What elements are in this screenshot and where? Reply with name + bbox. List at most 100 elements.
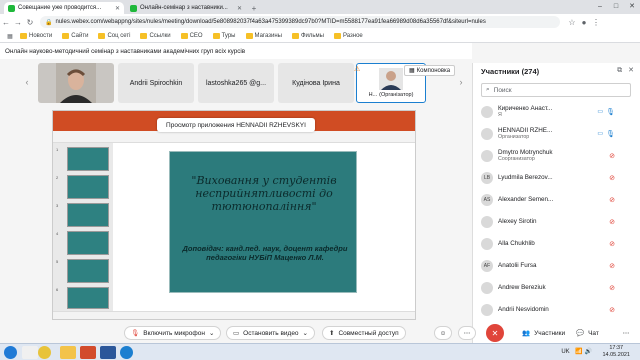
more-icon: ⋯ — [463, 330, 471, 337]
browser-tab-meeting[interactable]: Совещание уже проводится... ✕ — [4, 2, 124, 14]
explorer-icon[interactable] — [22, 346, 38, 359]
word-icon[interactable] — [100, 346, 116, 359]
participant-row[interactable]: Andrii Nesvidomin ⊘ — [473, 299, 633, 320]
panel-controls: ⧉ ✕ — [617, 66, 634, 75]
bookmark-item[interactable]: CEO — [180, 33, 203, 39]
url-text: nules.webex.com/webappng/sites/nules/mee… — [55, 19, 486, 25]
participant-role: Я — [498, 112, 502, 118]
close-icon[interactable]: ✕ — [628, 67, 634, 74]
bookmark-item[interactable]: Туры — [212, 33, 236, 39]
layout-button[interactable]: ▦ Компоновка — [404, 65, 456, 76]
clock[interactable]: 17:37 14.05.2021 — [602, 345, 630, 359]
mic-muted-icon[interactable]: ⊘ — [609, 284, 615, 292]
reactions-button[interactable]: ☺ — [434, 326, 452, 340]
bookmark-item[interactable]: Соц сеті — [98, 33, 130, 39]
self-video-tile[interactable] — [38, 63, 114, 103]
participant-tile[interactable]: Andrii Spirochkin — [118, 63, 194, 103]
new-tab-button[interactable]: + — [248, 2, 260, 14]
participant-row[interactable]: LB Lyudmila Berezov... ⊘ — [473, 167, 633, 188]
slide-thumbnail — [67, 287, 109, 309]
participant-row[interactable]: AF Anatolii Fursa ⊘ — [473, 255, 633, 276]
profile-icon[interactable]: ● — [578, 18, 590, 27]
participant-tile[interactable]: Кудінова Ірина — [278, 63, 354, 103]
chat-button[interactable]: 💬 Чат — [570, 326, 605, 340]
avatar: LB — [481, 171, 493, 184]
mic-muted-icon[interactable]: ⊘ — [609, 262, 615, 270]
bookmark-item[interactable]: Разное — [333, 33, 363, 39]
start-icon[interactable] — [4, 346, 17, 359]
video-icon: ▭ — [233, 330, 240, 337]
close-icon[interactable]: ✕ — [112, 5, 120, 12]
participant-row[interactable]: Кириченко Анаст... Я ▭ 🎙 — [473, 101, 633, 122]
participant-search-input[interactable]: ⌕ Поиск — [481, 83, 631, 97]
maximize-icon[interactable]: □ — [608, 0, 624, 14]
bookmark-item[interactable]: Магазины — [245, 33, 282, 39]
reload-icon[interactable]: ↻ — [24, 18, 36, 27]
avatar: AS — [481, 193, 493, 206]
folder-icon — [62, 33, 70, 39]
menu-icon[interactable]: ⋮ — [590, 18, 602, 27]
mic-on-icon[interactable]: 🎙 — [606, 108, 615, 116]
lock-icon: 🔒 — [45, 19, 53, 26]
mic-muted-icon[interactable]: ⊘ — [609, 306, 615, 314]
warning-icon: ⚠ — [354, 66, 361, 73]
mute-button[interactable]: 🎙 Включить микрофон ⌄ — [124, 326, 222, 340]
bookmark-item[interactable]: Сайти — [62, 33, 88, 39]
clock-date: 14.05.2021 — [602, 352, 630, 358]
close-window-icon[interactable]: ✕ — [624, 0, 640, 14]
presenter-role: (Організатор) — [379, 92, 414, 98]
more-button[interactable]: ⋯ — [458, 326, 476, 340]
bookmark-item[interactable]: Фильмы — [291, 33, 324, 39]
participant-row[interactable]: Dmytro Motrynchuk Соорганизатор ⊘ — [473, 145, 633, 166]
close-icon[interactable]: ✕ — [234, 5, 242, 12]
participant-row[interactable]: Alla Chukhlib ⊘ — [473, 233, 633, 254]
more-panels-button[interactable]: ⋯ — [618, 326, 634, 340]
mic-muted-icon[interactable]: ⊘ — [609, 218, 615, 226]
network-icon[interactable]: 📶 — [575, 349, 582, 355]
mic-muted-icon[interactable]: ⊘ — [609, 174, 615, 182]
participant-row[interactable]: Andrew Bereziuk ⊘ — [473, 277, 633, 298]
chevron-right-icon[interactable]: › — [456, 77, 466, 89]
bookmark-item[interactable]: Новости — [20, 33, 52, 39]
participant-name: Dmytro Motrynchuk — [498, 149, 553, 156]
mic-muted-icon[interactable]: ⊘ — [609, 196, 615, 204]
folder-icon — [212, 33, 220, 39]
chevron-down-icon: ⌄ — [302, 330, 308, 337]
mic-muted-icon[interactable]: ⊘ — [609, 240, 615, 248]
participant-role: Соорганизатор — [498, 156, 535, 162]
video-on-icon[interactable]: ▭ — [597, 108, 603, 115]
participant-row[interactable]: HENNADII RZHE... Организатор ▭ 🎙 — [473, 123, 633, 144]
folder-icon — [245, 33, 253, 39]
clock-time: 17:37 — [609, 345, 624, 351]
mic-on-icon[interactable]: 🎙 — [606, 130, 615, 138]
participant-row[interactable]: Alexey Sirotin ⊘ — [473, 211, 633, 232]
webex-icon[interactable] — [120, 346, 133, 359]
participants-button[interactable]: 👥 Участники — [516, 326, 571, 340]
participant-tile[interactable]: lastoshka265 @g... — [198, 63, 274, 103]
mic-muted-icon[interactable]: ⊘ — [609, 152, 615, 160]
chrome-icon[interactable] — [38, 346, 51, 359]
search-icon: ⌕ — [486, 86, 490, 93]
media-icon[interactable] — [80, 346, 96, 359]
leave-meeting-button[interactable]: ✕ — [486, 324, 504, 342]
slide-title: "Виховання у студентів несприйнятливості… — [191, 174, 337, 213]
stop-video-button[interactable]: ▭ Остановить видео ⌄ — [226, 326, 315, 340]
video-on-icon[interactable]: ▭ — [597, 130, 603, 137]
back-icon[interactable]: ← — [0, 18, 12, 27]
current-slide: "Виховання у студентів несприйнятливості… — [169, 151, 357, 293]
chevron-left-icon[interactable]: ‹ — [22, 77, 32, 89]
folder-icon[interactable] — [60, 346, 76, 359]
apps-icon[interactable]: ▦ — [4, 33, 16, 40]
minimize-icon[interactable]: – — [592, 0, 608, 14]
forward-icon[interactable]: → — [12, 18, 24, 27]
volume-icon[interactable]: 🔊 — [585, 349, 592, 355]
language-indicator[interactable]: UK — [561, 349, 569, 355]
url-field[interactable]: 🔒 nules.webex.com/webappng/sites/nules/m… — [40, 16, 560, 28]
popout-icon[interactable]: ⧉ — [617, 67, 622, 74]
participant-name: Alla Chukhlib — [498, 240, 535, 247]
star-icon[interactable]: ☆ — [566, 18, 578, 27]
bookmark-item[interactable]: Ссылки — [140, 33, 171, 39]
browser-tab-seminar[interactable]: Онлайн-семінар з наставники... ✕ — [126, 2, 246, 14]
share-button[interactable]: ⬆ Совместный доступ — [322, 326, 406, 340]
participant-row[interactable]: AS Alexander Semen... ⊘ — [473, 189, 633, 210]
